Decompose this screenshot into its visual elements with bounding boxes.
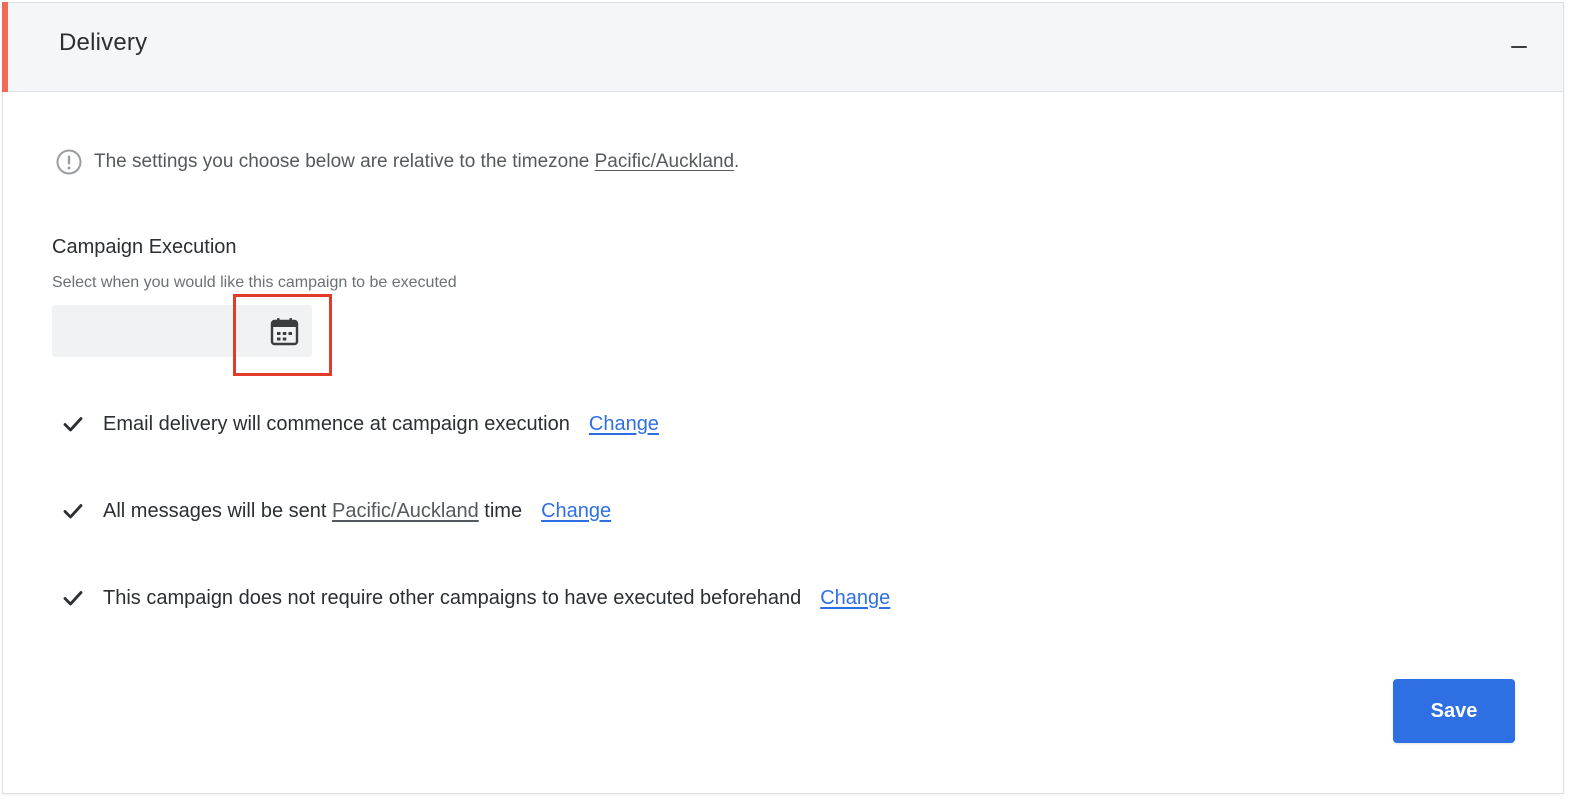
collapse-button[interactable] <box>1503 31 1535 63</box>
delivery-panel: Delivery <box>2 2 1564 794</box>
panel-title: Delivery <box>59 29 148 56</box>
campaign-execution-description: Select when you would like this campaign… <box>52 274 457 291</box>
timezone-notice: The settings you choose below are relati… <box>56 146 739 178</box>
calendar-icon <box>270 318 299 346</box>
rule-campaign-dependency-text: This campaign does not require other cam… <box>103 586 802 609</box>
timezone-link[interactable]: Pacific/Auckland <box>595 151 734 173</box>
rule-email-delivery-text: Email delivery will commence at campaign… <box>103 412 570 435</box>
change-email-delivery-link[interactable]: Change <box>589 413 659 436</box>
campaign-execution-title: Campaign Execution <box>52 236 237 258</box>
change-send-timezone-link[interactable]: Change <box>541 500 611 523</box>
check-icon <box>63 591 83 606</box>
panel-header[interactable]: Delivery <box>2 2 1563 92</box>
minus-icon <box>1511 46 1527 48</box>
change-campaign-dependency-link[interactable]: Change <box>820 587 890 610</box>
rule-send-timezone-suffix: time <box>478 499 523 522</box>
rule-send-timezone: All messages will be sent Pacific/Auckla… <box>62 496 611 526</box>
save-button[interactable]: Save <box>1393 679 1515 743</box>
rule-send-timezone-text: All messages will be sent Pacific/Auckla… <box>103 500 522 523</box>
info-circle-icon <box>56 149 82 175</box>
check-icon <box>63 417 83 432</box>
rule-campaign-dependency: This campaign does not require other cam… <box>62 583 890 613</box>
execution-date-input[interactable] <box>52 305 252 357</box>
check-icon <box>63 504 83 519</box>
timezone-notice-end: . <box>734 151 740 172</box>
timezone-notice-text: The settings you choose below are relati… <box>94 151 595 172</box>
send-timezone-link[interactable]: Pacific/Auckland <box>332 500 479 522</box>
execution-date-field[interactable] <box>52 305 312 357</box>
calendar-button[interactable] <box>266 317 302 347</box>
rule-send-timezone-prefix: All messages will be sent <box>103 499 332 522</box>
rule-email-delivery: Email delivery will commence at campaign… <box>62 409 659 439</box>
